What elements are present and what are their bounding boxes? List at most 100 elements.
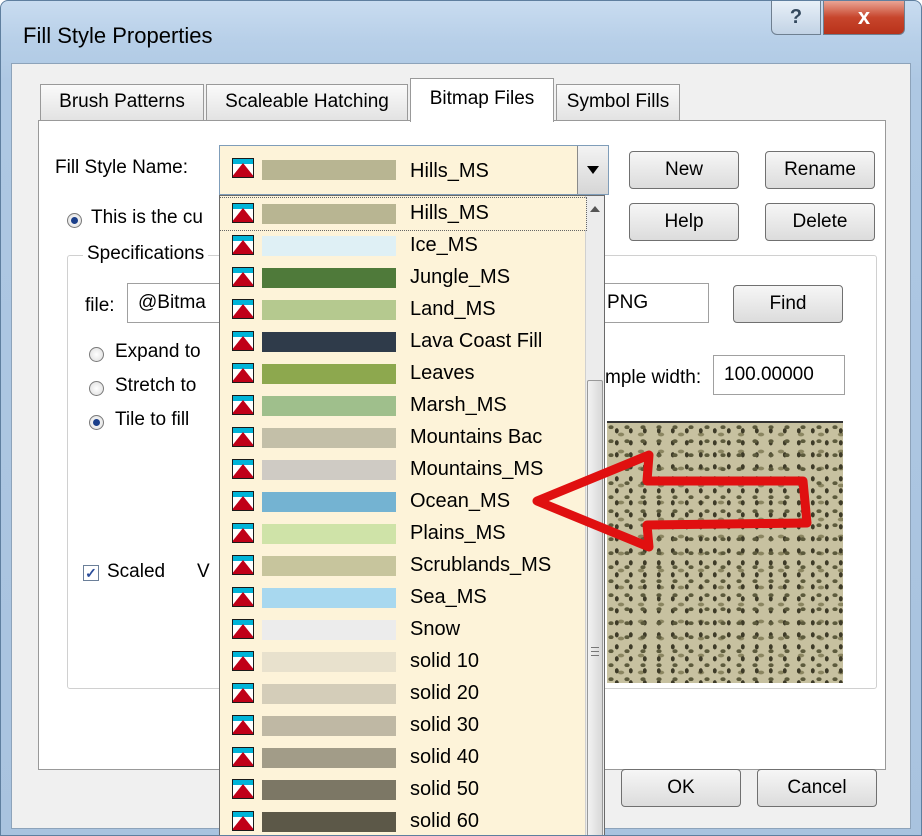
list-item[interactable]: solid 20	[220, 678, 586, 710]
list-item[interactable]: solid 60	[220, 806, 586, 835]
list-item-label: Leaves	[410, 362, 475, 384]
bitmap-icon	[232, 299, 254, 319]
new-button[interactable]: New	[629, 151, 739, 189]
fill-swatch	[262, 396, 396, 416]
list-item[interactable]: Scrublands_MS	[220, 550, 586, 582]
fill-swatch	[262, 364, 396, 384]
current-radio[interactable]	[67, 213, 82, 228]
bitmap-icon	[232, 523, 254, 543]
scaled-checkbox[interactable]: ✓	[83, 565, 99, 581]
tab-scaleable-hatching[interactable]: Scaleable Hatching	[206, 84, 408, 120]
list-item[interactable]: Ice_MS	[220, 230, 586, 262]
list-item[interactable]: solid 40	[220, 742, 586, 774]
list-item-label: solid 20	[410, 682, 479, 704]
list-item[interactable]: Land_MS	[220, 294, 586, 326]
help-title-button[interactable]: ?	[771, 1, 821, 35]
stretch-radio[interactable]	[89, 381, 104, 396]
bitmap-icon	[232, 363, 254, 383]
bitmap-icon	[232, 619, 254, 639]
list-item-label: Sea_MS	[410, 586, 487, 608]
list-item[interactable]: Snow	[220, 614, 586, 646]
list-item-label: Mountains Bac	[410, 426, 543, 448]
scaled-extra-label: V	[197, 561, 210, 582]
rename-button[interactable]: Rename	[765, 151, 875, 189]
tile-radio[interactable]	[89, 415, 104, 430]
help-button[interactable]: Help	[629, 203, 739, 241]
bitmap-icon	[232, 203, 254, 223]
fill-swatch	[262, 556, 396, 576]
list-item-label: Jungle_MS	[410, 266, 511, 288]
sample-width-input[interactable]: 100.00000	[713, 355, 845, 395]
current-radio-label: This is the cu	[91, 207, 203, 228]
list-item-label: Lava Coast Fill	[410, 330, 543, 352]
list-item[interactable]: Marsh_MS	[220, 390, 586, 422]
close-button[interactable]: x	[823, 1, 905, 35]
list-item-label: solid 10	[410, 650, 479, 672]
list-item[interactable]: Jungle_MS	[220, 262, 586, 294]
tab-brush-patterns[interactable]: Brush Patterns	[40, 84, 204, 120]
sample-width-label: mple width:	[605, 367, 702, 388]
bitmap-icon	[232, 491, 254, 511]
list-item-label: Land_MS	[410, 298, 496, 320]
window-title: Fill Style Properties	[23, 23, 213, 48]
list-item[interactable]: solid 10	[220, 646, 586, 678]
list-item-label: Marsh_MS	[410, 394, 507, 416]
fill-swatch	[262, 236, 396, 256]
list-item-label: Hills_MS	[410, 202, 489, 224]
stretch-label: Stretch to	[115, 375, 197, 396]
expand-label: Expand to	[115, 341, 201, 362]
selected-fill-name: Hills_MS	[410, 160, 489, 182]
ok-button[interactable]: OK	[621, 769, 741, 807]
cancel-button[interactable]: Cancel	[757, 769, 877, 807]
fill-swatch	[262, 204, 396, 224]
fill-swatch	[262, 428, 396, 448]
fill-swatch	[262, 588, 396, 608]
list-item-label: Scrublands_MS	[410, 554, 552, 576]
list-item-label: solid 30	[410, 714, 479, 736]
fill-style-name-label: Fill Style Name:	[55, 157, 189, 178]
fill-swatch	[262, 460, 396, 480]
fill-style-name-combo[interactable]: Hills_MS	[219, 145, 609, 195]
bitmap-icon	[232, 331, 254, 351]
list-item[interactable]: Sea_MS	[220, 582, 586, 614]
bitmap-icon	[232, 395, 254, 415]
bitmap-icon	[232, 459, 254, 479]
fill-swatch	[262, 684, 396, 704]
list-item[interactable]: solid 30	[220, 710, 586, 742]
fill-swatch	[262, 524, 396, 544]
scaled-label: Scaled	[107, 561, 166, 582]
scroll-up-icon[interactable]	[590, 206, 600, 212]
tab-symbol-fills[interactable]: Symbol Fills	[556, 84, 680, 120]
bitmap-icon	[232, 158, 254, 178]
bitmap-icon	[232, 811, 254, 831]
list-item-label: Plains_MS	[410, 522, 506, 544]
bitmap-icon	[232, 715, 254, 735]
fill-swatch	[262, 620, 396, 640]
fill-swatch	[262, 812, 396, 832]
list-item[interactable]: Lava Coast Fill	[220, 326, 586, 358]
bitmap-icon	[232, 683, 254, 703]
find-button[interactable]: Find	[733, 285, 843, 323]
list-item[interactable]: Hills_MS	[220, 197, 587, 231]
fill-swatch	[262, 492, 396, 512]
list-item[interactable]: Leaves	[220, 358, 586, 390]
list-item-label: Mountains_MS	[410, 458, 544, 480]
expand-radio[interactable]	[89, 347, 104, 362]
list-item[interactable]: solid 50	[220, 774, 586, 806]
fill-swatch	[262, 300, 396, 320]
fill-swatch	[262, 268, 396, 288]
bitmap-icon	[232, 427, 254, 447]
delete-button[interactable]: Delete	[765, 203, 875, 241]
fill-style-properties-window: Fill Style Properties ? x Brush Patterns…	[0, 0, 922, 836]
list-item-label: Ice_MS	[410, 234, 478, 256]
file-input-end[interactable]: PNG	[597, 283, 709, 323]
bitmap-icon	[232, 555, 254, 575]
bitmap-icon	[232, 651, 254, 671]
chevron-down-icon[interactable]	[577, 146, 608, 194]
bitmap-icon	[232, 587, 254, 607]
fill-swatch	[262, 652, 396, 672]
bitmap-icon	[232, 779, 254, 799]
tab-bitmap-files[interactable]: Bitmap Files	[410, 78, 554, 122]
file-input[interactable]: @Bitma	[127, 283, 227, 323]
fill-swatch	[262, 748, 396, 768]
